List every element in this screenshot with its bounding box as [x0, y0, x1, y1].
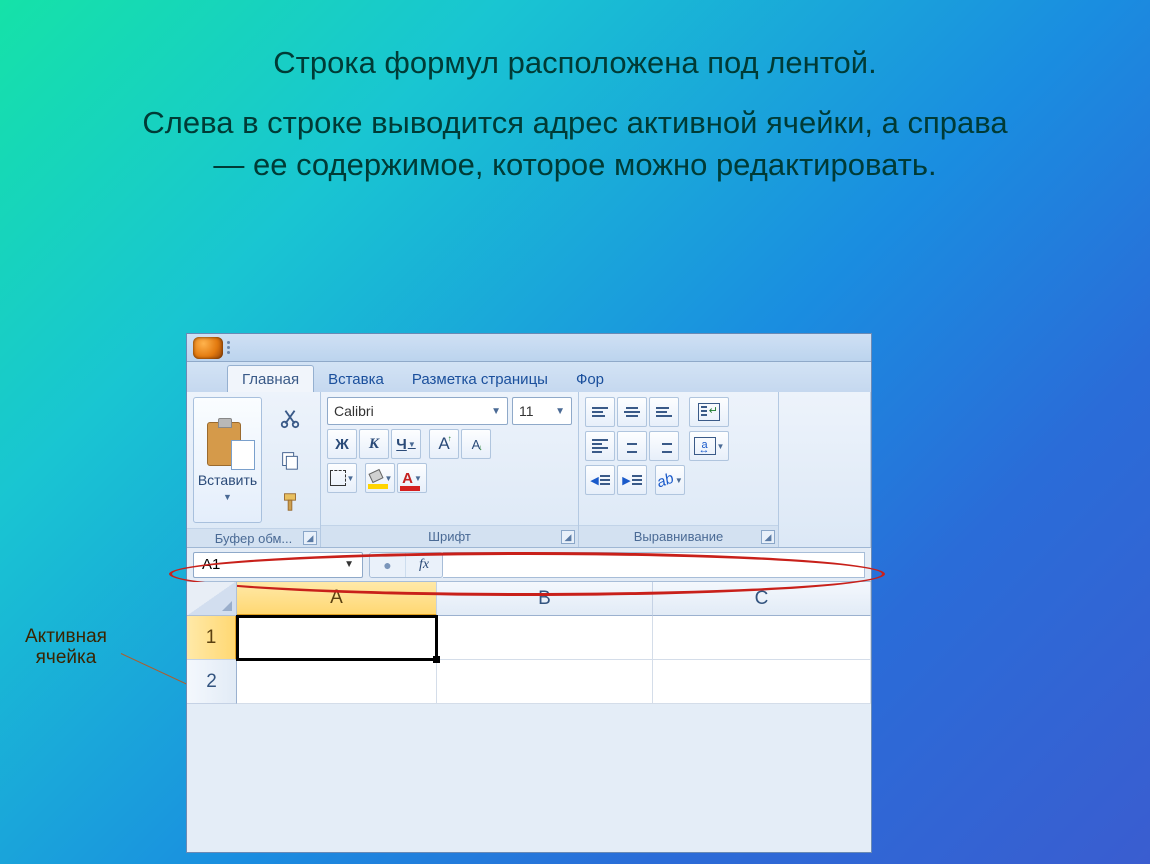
align-left-icon: [592, 439, 608, 453]
ribbon: Вставить ▼ Буфер обм...◢: [187, 392, 871, 548]
indent-left-icon: ◀: [590, 474, 609, 487]
slide-title: Строка формул расположена под лентой.: [0, 42, 1150, 84]
merge-center-button[interactable]: ▼: [689, 431, 729, 461]
tab-page-layout[interactable]: Разметка страницы: [398, 366, 562, 392]
align-center-button[interactable]: [617, 431, 647, 461]
name-box[interactable]: A1▼: [193, 552, 363, 578]
dialog-launcher-icon[interactable]: ◢: [303, 531, 317, 545]
cell-c2[interactable]: [653, 660, 871, 704]
grow-font-button[interactable]: A: [429, 429, 459, 459]
tab-formulas[interactable]: Фор: [562, 366, 618, 392]
font-name-combo[interactable]: Calibri▼: [327, 397, 508, 425]
align-middle-icon: [624, 407, 640, 417]
formula-bar: A1▼ ● fx: [187, 548, 871, 582]
excel-screenshot: Главная Вставка Разметка страницы Фор Вс…: [186, 333, 872, 853]
align-right-icon: [656, 439, 672, 453]
tab-home[interactable]: Главная: [227, 365, 314, 392]
orientation-icon: ab: [655, 469, 676, 491]
align-bottom-icon: [656, 407, 672, 417]
group-font-label: Шрифт◢: [321, 525, 578, 547]
align-top-button[interactable]: [585, 397, 615, 427]
row-header-2[interactable]: 2: [187, 660, 237, 704]
insert-function-button[interactable]: fx: [406, 553, 442, 577]
indent-right-icon: ▶: [622, 474, 641, 487]
paste-label: Вставить: [198, 472, 257, 488]
cell-a2[interactable]: [237, 660, 437, 704]
column-header-b[interactable]: B: [437, 582, 653, 616]
column-header-c[interactable]: C: [653, 582, 871, 616]
orientation-button[interactable]: ab▼: [655, 465, 685, 495]
scissors-icon: [279, 407, 301, 429]
shrink-font-button[interactable]: A: [461, 429, 491, 459]
group-clipboard: Вставить ▼ Буфер обм...◢: [187, 392, 321, 547]
paste-button[interactable]: Вставить ▼: [193, 397, 262, 523]
group-alignment-label: Выравнивание◢: [579, 525, 778, 547]
decrease-indent-button[interactable]: ◀: [585, 465, 615, 495]
select-all-corner[interactable]: [187, 582, 237, 616]
group-font: Calibri▼ 11▼ Ж К Ч▼ A A ▼ ▼: [321, 392, 579, 547]
format-painter-button[interactable]: [266, 483, 314, 521]
font-size-combo[interactable]: 11▼: [512, 397, 572, 425]
paste-icon: [207, 418, 249, 468]
border-icon: [330, 470, 346, 486]
bold-button[interactable]: Ж: [327, 429, 357, 459]
cell-b2[interactable]: [437, 660, 653, 704]
quick-access-toolbar: [187, 334, 871, 362]
increase-indent-button[interactable]: ▶: [617, 465, 647, 495]
align-center-icon: [624, 439, 640, 453]
slide-body: Слева в строке выводится адрес активной …: [140, 102, 1010, 186]
office-button[interactable]: [193, 337, 223, 359]
annotation-active-cell: Активнаяячейка: [25, 627, 107, 669]
font-color-icon: А: [402, 470, 413, 487]
cell-c1[interactable]: [653, 616, 871, 660]
cell-a1[interactable]: [237, 616, 437, 660]
wrap-text-button[interactable]: [689, 397, 729, 427]
align-right-button[interactable]: [649, 431, 679, 461]
cut-button[interactable]: [266, 399, 314, 437]
ribbon-tabs: Главная Вставка Разметка страницы Фор: [187, 362, 871, 392]
formula-input[interactable]: [443, 552, 865, 578]
merge-icon: [694, 437, 716, 455]
group-alignment: ▼ ◀ ▶ ab▼ Выравнивание◢: [579, 392, 779, 547]
brush-icon: [279, 491, 301, 513]
align-left-button[interactable]: [585, 431, 615, 461]
qat-grip: [227, 340, 233, 356]
dialog-launcher-icon[interactable]: ◢: [561, 530, 575, 544]
row-header-1[interactable]: 1: [187, 616, 237, 660]
cell-b1[interactable]: [437, 616, 653, 660]
bucket-icon: [368, 471, 384, 485]
copy-icon: [279, 449, 301, 471]
align-bottom-button[interactable]: [649, 397, 679, 427]
dialog-launcher-icon[interactable]: ◢: [761, 530, 775, 544]
align-top-icon: [592, 407, 608, 417]
spreadsheet-grid: A B C 1 2: [187, 582, 871, 704]
group-truncated: [779, 392, 871, 547]
underline-button[interactable]: Ч▼: [391, 429, 421, 459]
italic-button[interactable]: К: [359, 429, 389, 459]
copy-button[interactable]: [266, 441, 314, 479]
tab-insert[interactable]: Вставка: [314, 366, 398, 392]
group-clipboard-label: Буфер обм...◢: [187, 528, 320, 547]
column-header-a[interactable]: A: [237, 582, 437, 616]
cancel-formula-button[interactable]: ●: [370, 553, 406, 577]
wrap-text-icon: [698, 403, 720, 421]
font-color-button[interactable]: А▼: [397, 463, 427, 493]
align-middle-button[interactable]: [617, 397, 647, 427]
borders-button[interactable]: ▼: [327, 463, 357, 493]
fill-color-button[interactable]: ▼: [365, 463, 395, 493]
